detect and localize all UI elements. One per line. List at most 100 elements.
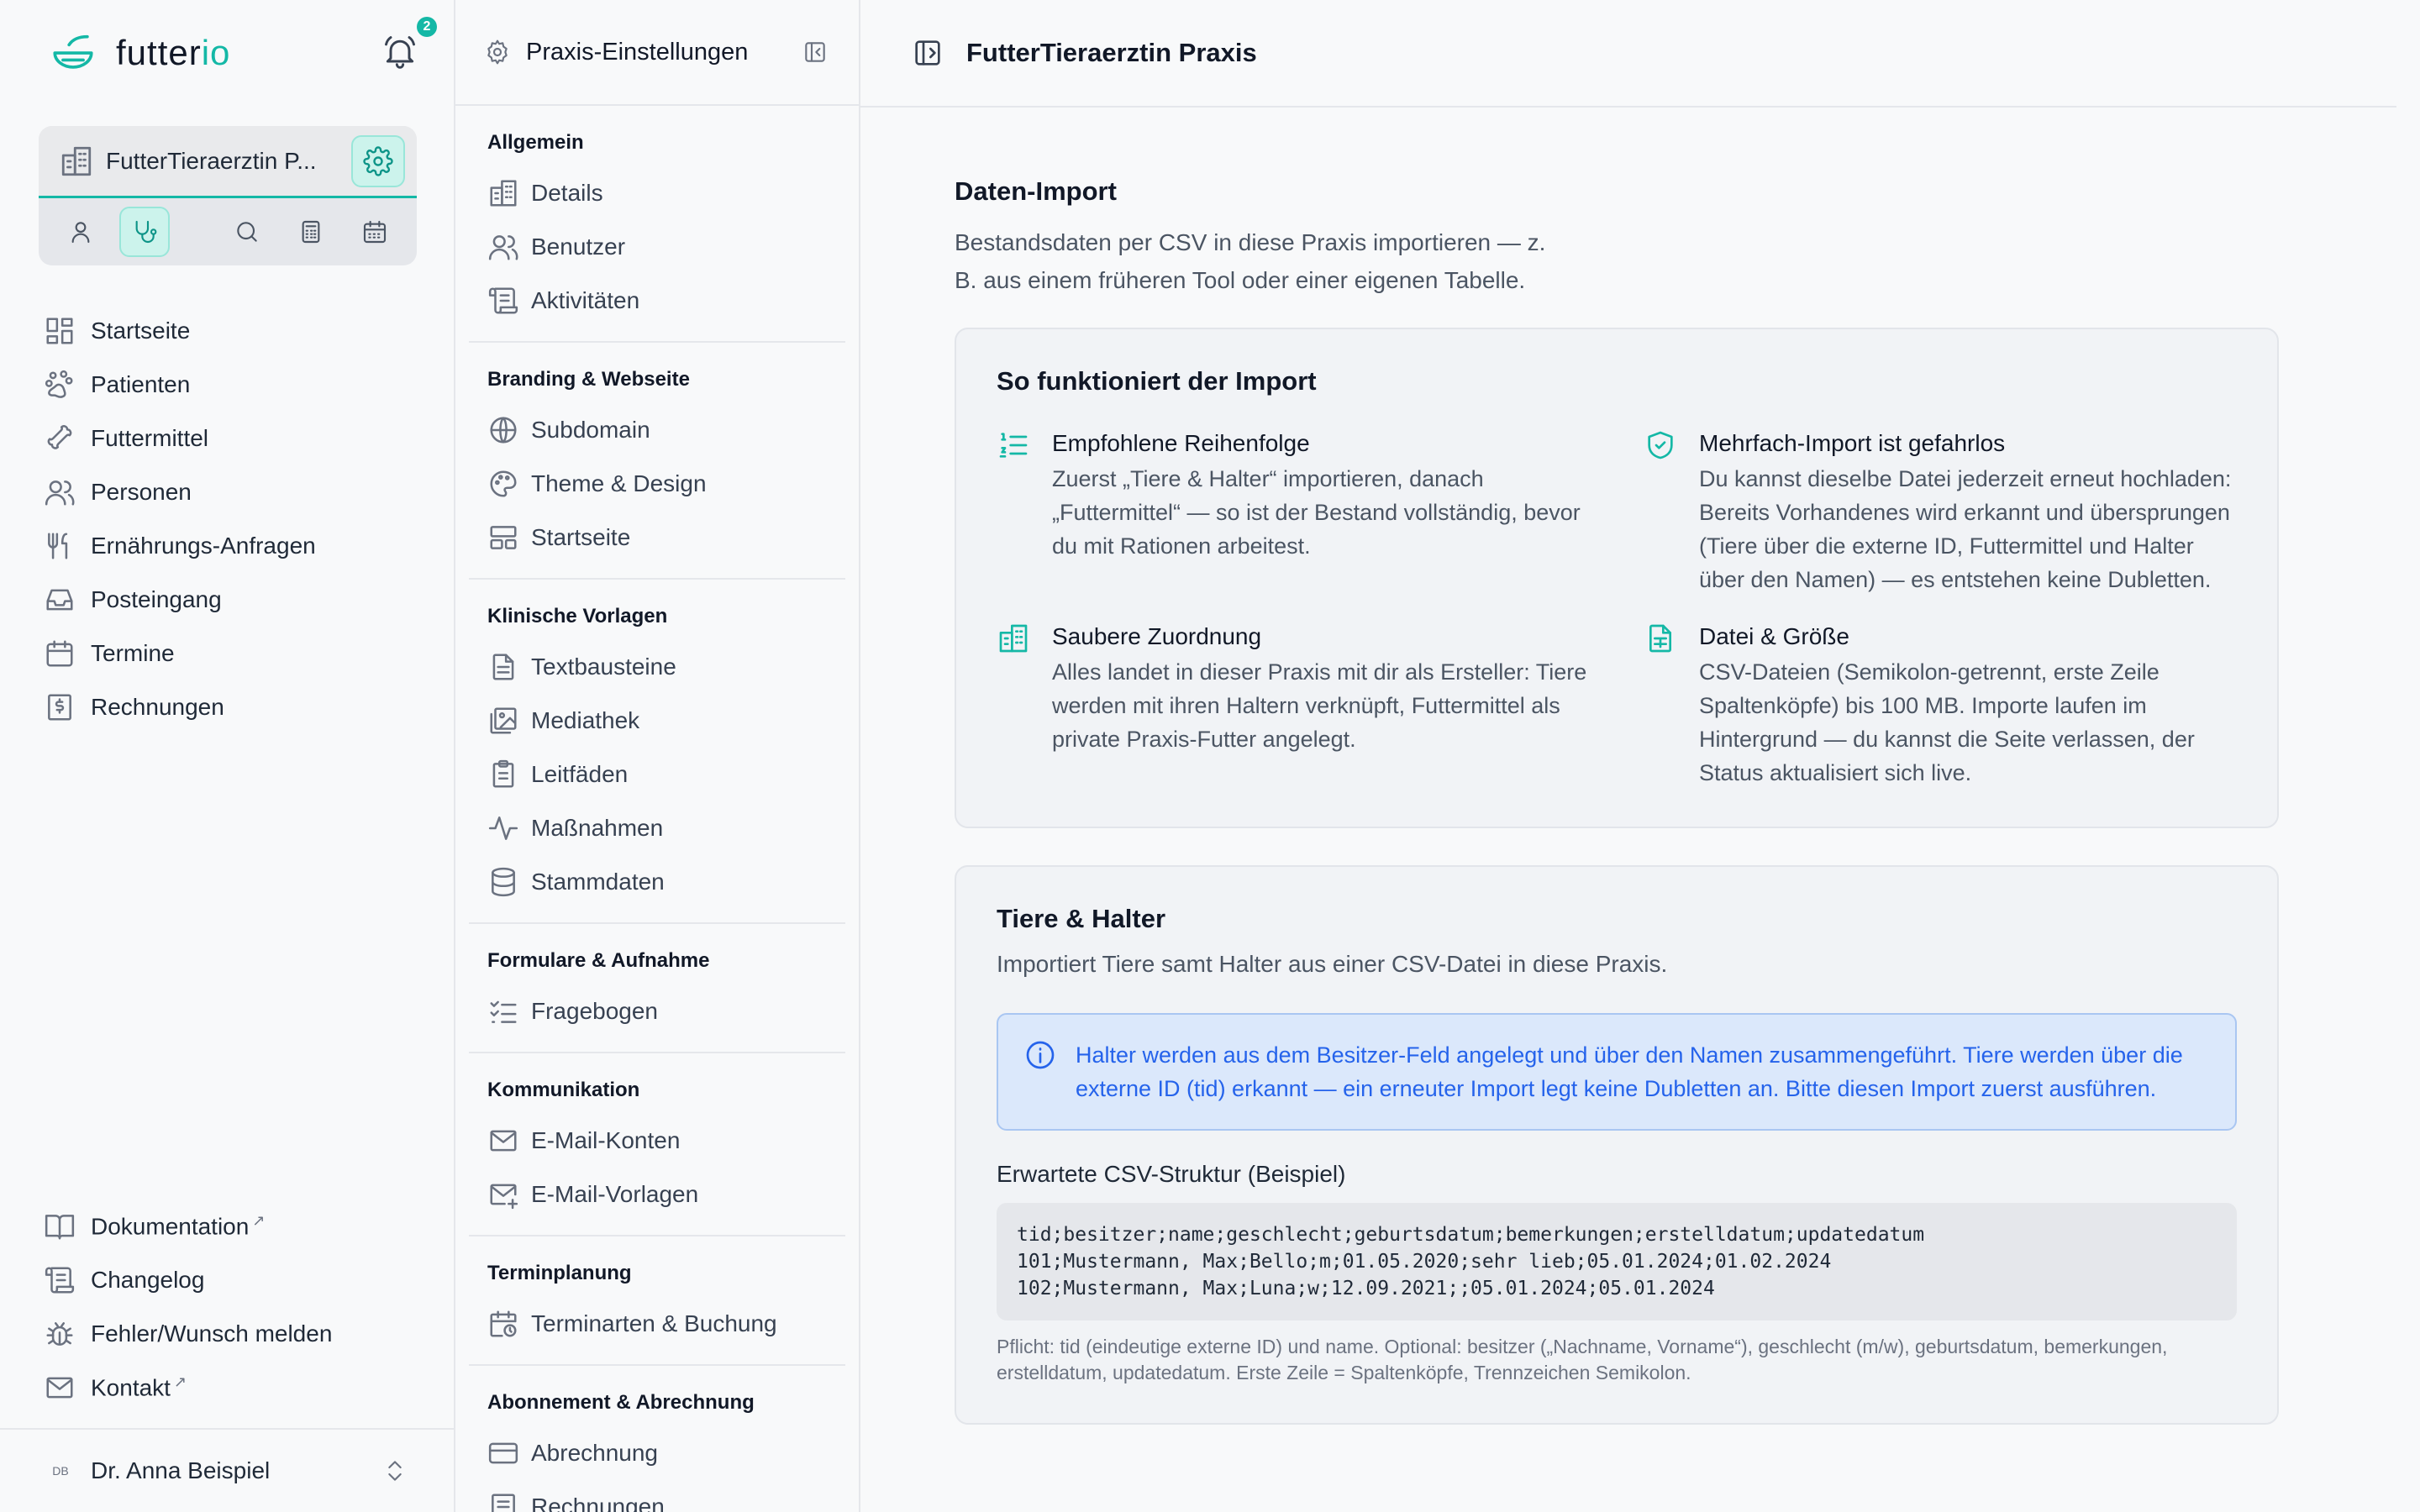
scroll-icon — [488, 287, 518, 314]
settings-item-details[interactable]: Details — [469, 166, 845, 220]
calculator-icon — [302, 220, 320, 244]
settings-item-mediathek[interactable]: Mediathek — [469, 694, 845, 748]
building-icon — [999, 624, 1028, 653]
settings-item-theme-design[interactable]: Theme & Design — [469, 457, 845, 511]
practice-select[interactable]: FutterTieraerztin P... — [39, 126, 417, 198]
settings-item-benutzer[interactable]: Benutzer — [469, 220, 845, 274]
settings-group-kommunikation: Kommunikation E-Mail-Konten E-Mail-Vorla… — [469, 1053, 845, 1236]
settings-sidebar: Praxis-Einstellungen Allgemein Details B… — [455, 0, 860, 1512]
notifications-button[interactable] — [381, 34, 418, 71]
howto-title: So funktioniert der Import — [997, 366, 1317, 396]
settings-item-terminarten[interactable]: Terminarten & Buchung — [469, 1297, 845, 1351]
info-icon — [1026, 1041, 1055, 1069]
user-menu[interactable]: DB Dr. Anna Beispiel — [0, 1428, 454, 1512]
info-text: Halter werden aus dem Besitzer-Feld ange… — [1076, 1042, 2183, 1101]
settings-item-massnahmen[interactable]: Maßnahmen — [469, 801, 845, 855]
database-icon — [492, 867, 515, 897]
users-icon — [45, 480, 75, 506]
info-alert: Halter werden aus dem Besitzer-Feld ange… — [997, 1013, 2237, 1131]
nav-item-personen[interactable]: Personen — [39, 465, 425, 519]
search-icon — [237, 222, 257, 242]
nav-item-rechnungen[interactable]: Rechnungen — [39, 680, 425, 734]
stethoscope-tool-button[interactable] — [119, 207, 170, 257]
calendar-tool-button[interactable] — [350, 207, 400, 257]
settings-group-abonnement: Abonnement & Abrechnung Abrechnung Rechn… — [469, 1366, 845, 1512]
bug-icon — [46, 1322, 73, 1346]
settings-item-textbausteine[interactable]: Textbausteine — [469, 640, 845, 694]
building-icon — [61, 146, 92, 176]
nav-item-posteingang[interactable]: Posteingang — [39, 573, 425, 627]
invoice-icon — [48, 694, 71, 721]
nav-item-changelog[interactable]: Changelog — [39, 1253, 425, 1307]
settings-group-terminplanung: Terminplanung Terminarten & Buchung — [469, 1236, 845, 1366]
settings-item-aktivitaeten[interactable]: Aktivitäten — [469, 274, 845, 328]
animals-import-title: Tiere & Halter — [997, 904, 1166, 933]
avatar: DB — [52, 1464, 69, 1478]
calendar-icon — [46, 640, 73, 667]
nav-item-futtermittel[interactable]: Futtermittel — [39, 412, 425, 465]
brand[interactable]: futterio — [49, 29, 230, 77]
settings-item-abrechnung[interactable]: Abrechnung — [469, 1426, 845, 1480]
nav-item-patienten[interactable]: Patienten — [39, 358, 425, 412]
credit-card-icon — [488, 1442, 518, 1464]
palette-icon — [490, 470, 517, 497]
bowl-logo-icon — [49, 29, 97, 77]
shield-check-icon — [1648, 431, 1673, 459]
globe-icon — [490, 417, 517, 444]
settings-item-rechnungen[interactable]: Rechnungen — [469, 1480, 845, 1512]
nav-item-ernaehrungs-anfragen[interactable]: Ernährungs-Anfragen — [39, 519, 425, 573]
settings-header: Praxis-Einstellungen — [455, 0, 859, 106]
user-name: Dr. Anna Beispiel — [91, 1457, 271, 1483]
users-icon — [488, 235, 518, 260]
settings-item-leitfaeden[interactable]: Leitfäden — [469, 748, 845, 801]
settings-item-subdomain[interactable]: Subdomain — [469, 403, 845, 457]
external-link-icon: ↗ — [173, 1373, 187, 1391]
main-content: FutterTieraerztin Praxis Daten-Import Be… — [860, 0, 2420, 1512]
inbox-icon — [46, 589, 73, 611]
expand-sidebar-icon[interactable] — [911, 36, 944, 70]
secondary-nav: Dokumentation ↗ Changelog Fehler/Wunsch m… — [39, 1200, 425, 1415]
brand-name: futterio — [116, 33, 231, 72]
paw-icon — [45, 370, 73, 398]
nav-item-dokumentation[interactable]: Dokumentation ↗ — [39, 1200, 425, 1253]
book-icon — [45, 1215, 75, 1240]
bone-icon — [47, 425, 72, 449]
settings-item-email-konten[interactable]: E-Mail-Konten — [469, 1114, 845, 1168]
nav-item-startseite[interactable]: Startseite — [39, 304, 425, 358]
settings-item-startseite[interactable]: Startseite — [469, 511, 845, 564]
settings-item-fragebogen[interactable]: Fragebogen — [469, 984, 845, 1038]
feature-datei-groesse: Datei & Größe CSV-Dateien (Semikolon-get… — [1644, 623, 2237, 790]
collapse-sidebar-icon[interactable] — [802, 39, 829, 66]
list-ordered-icon — [999, 433, 1028, 458]
settings-item-email-vorlagen[interactable]: E-Mail-Vorlagen — [469, 1168, 845, 1221]
nav-item-kontakt[interactable]: Kontakt ↗ — [39, 1361, 425, 1415]
calculator-tool-button[interactable] — [286, 207, 336, 257]
main-header: FutterTieraerztin Praxis — [860, 0, 2396, 108]
settings-group-branding: Branding & Webseite Subdomain Theme & De… — [469, 343, 845, 580]
main-sidebar: futterio 2 FutterTieraerztin P... Starts… — [0, 0, 455, 1512]
stethoscope-icon — [135, 220, 157, 244]
user-icon — [71, 222, 90, 244]
building-icon — [490, 180, 517, 207]
howto-card: So funktioniert der Import Empfohlene Re… — [955, 328, 2279, 828]
settings-item-stammdaten[interactable]: Stammdaten — [469, 855, 845, 909]
nav-item-fehler-wunsch[interactable]: Fehler/Wunsch melden — [39, 1307, 425, 1361]
nav-item-termine[interactable]: Termine — [39, 627, 425, 680]
quick-tools — [39, 198, 417, 265]
file-text-icon — [492, 654, 514, 680]
mail-icon — [46, 1377, 73, 1399]
section-title: Daten-Import — [955, 176, 1117, 206]
csv-footnote: Pflicht: tid (eindeutige externe ID) und… — [997, 1336, 2168, 1383]
notification-count-badge: 2 — [417, 17, 437, 37]
gear-icon — [363, 145, 393, 176]
practice-settings-button[interactable] — [351, 134, 405, 187]
search-tool-button[interactable] — [222, 207, 272, 257]
settings-nav: Allgemein Details Benutzer Aktivitäten B… — [455, 106, 859, 1512]
external-link-icon: ↗ — [252, 1212, 266, 1230]
animals-import-description: Importiert Tiere samt Halter aus einer C… — [997, 951, 1668, 977]
user-tool-button[interactable] — [55, 207, 106, 257]
gear-icon — [487, 39, 508, 65]
settings-group-formulare: Formulare & Aufnahme Fragebogen — [469, 924, 845, 1053]
page-title: FutterTieraerztin Praxis — [966, 38, 1257, 67]
feature-zuordnung: Saubere Zuordnung Alles landet in dieser… — [997, 623, 1590, 790]
